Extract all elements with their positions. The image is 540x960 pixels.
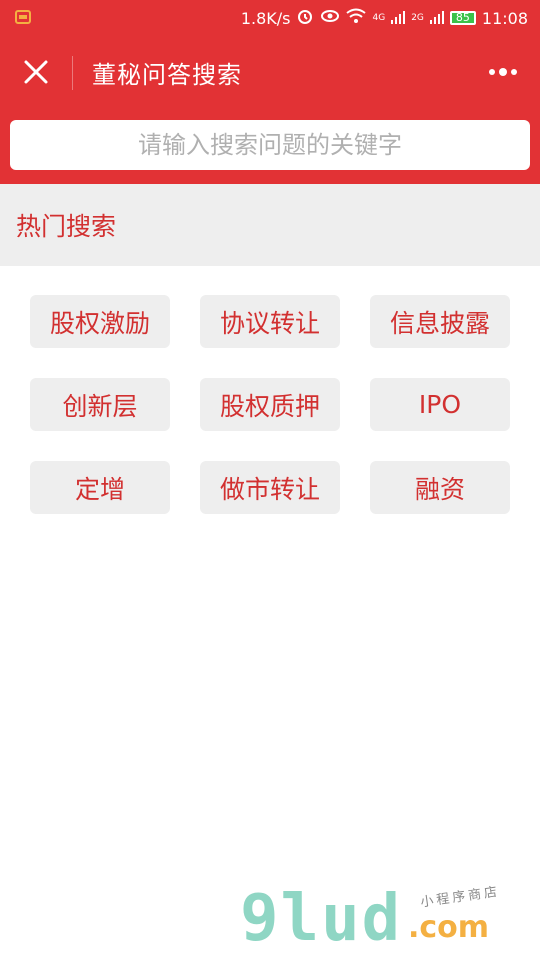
hot-search-title: 热门搜索 [16, 212, 117, 241]
net-type-4g: 4G [372, 12, 386, 23]
more-dot-icon [489, 69, 495, 75]
notification-icon [14, 8, 32, 26]
wifi-icon [346, 8, 367, 28]
nav-bar: 董秘问答搜索 [0, 36, 540, 108]
hot-tag[interactable]: 信息披露 [370, 295, 510, 348]
clock: 11:08 [481, 8, 528, 28]
watermark-text: 9lud [240, 882, 403, 956]
nav-divider [72, 56, 73, 90]
watermark-subtitle: 小程序商店 [419, 884, 501, 911]
hot-tag[interactable]: 创新层 [30, 378, 170, 431]
more-dot-icon [499, 68, 507, 76]
battery-icon: 85 [449, 11, 476, 25]
alarm-icon [296, 7, 314, 29]
hot-search-header: 热门搜索 [0, 184, 540, 266]
hot-tag[interactable]: IPO [370, 378, 510, 431]
search-bar [0, 108, 540, 184]
page-title: 董秘问答搜索 [92, 60, 242, 89]
hot-tag[interactable]: 定增 [30, 461, 170, 514]
signal-icon-1 [391, 9, 406, 28]
eye-icon [320, 7, 340, 29]
more-options-button[interactable] [486, 60, 520, 84]
close-icon [24, 60, 48, 84]
status-bar: 1.8K/s 4G 2G 85 11:08 [0, 0, 540, 36]
hot-tag[interactable]: 融资 [370, 461, 510, 514]
net-type-2g: 2G [411, 12, 424, 23]
hot-tag[interactable]: 股权质押 [200, 378, 340, 431]
status-indicators: 1.8K/s 4G 2G 85 11:08 [241, 0, 528, 36]
hot-search-tags: 股权激励 协议转让 信息披露 创新层 股权质押 IPO 定增 做市转让 融资 [30, 295, 510, 514]
watermark-logo: 9lud 小程序商店 .com [240, 880, 530, 958]
signal-icon-2 [429, 9, 444, 28]
network-speed: 1.8K/s [240, 8, 291, 28]
watermark-domain: .com [408, 910, 490, 945]
hot-tag[interactable]: 股权激励 [30, 295, 170, 348]
more-dot-icon [511, 69, 517, 75]
search-input[interactable] [10, 120, 530, 170]
close-button[interactable] [18, 54, 54, 90]
hot-tag[interactable]: 做市转让 [200, 461, 340, 514]
hot-tag[interactable]: 协议转让 [200, 295, 340, 348]
